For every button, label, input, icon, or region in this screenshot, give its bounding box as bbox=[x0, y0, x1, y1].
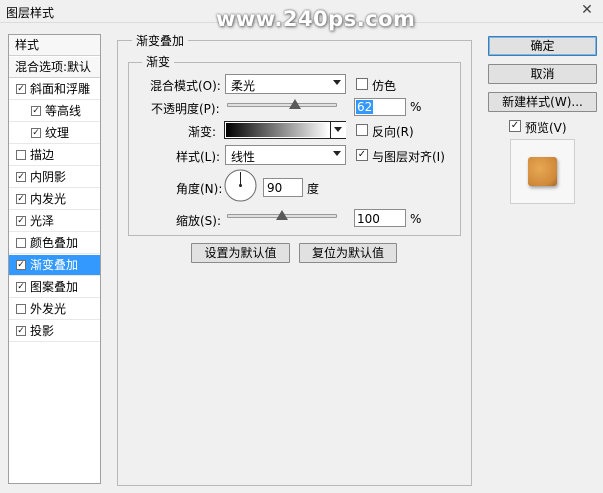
style-item[interactable]: ✓ 投影 bbox=[9, 321, 100, 342]
angle-unit: 度 bbox=[307, 182, 320, 196]
angle-input[interactable]: 90 bbox=[263, 178, 303, 197]
dither-label: 仿色 bbox=[372, 79, 397, 93]
style-value: 线性 bbox=[231, 150, 256, 164]
gradient-picker[interactable] bbox=[224, 121, 346, 139]
blend-options-item[interactable]: 混合选项:默认 bbox=[9, 57, 100, 78]
style-item-label: 外发光 bbox=[30, 302, 67, 316]
style-item[interactable]: 描边 bbox=[9, 145, 100, 166]
style-item-label: 斜面和浮雕 bbox=[30, 82, 91, 96]
scale-thumb-icon bbox=[276, 210, 288, 220]
preview-checkbox[interactable]: ✓ bbox=[509, 120, 521, 132]
style-item-label: 纹理 bbox=[45, 126, 70, 140]
style-item[interactable]: ✓ 斜面和浮雕 bbox=[9, 79, 100, 100]
angle-value: 90 bbox=[267, 181, 283, 195]
reset-default-button[interactable]: 复位为默认值 bbox=[299, 243, 397, 263]
opacity-thumb-icon bbox=[289, 99, 302, 109]
style-item-checkbox[interactable]: ✓ bbox=[16, 194, 26, 204]
set-default-button[interactable]: 设置为默认值 bbox=[191, 243, 290, 263]
new-style-button[interactable]: 新建样式(W)... bbox=[488, 92, 597, 112]
angle-label: 角度(N): bbox=[176, 182, 223, 196]
gradient-label: 渐变: bbox=[188, 125, 217, 139]
blend-mode-select[interactable]: 柔光 bbox=[225, 74, 346, 94]
blend-mode-label: 混合模式(O): bbox=[150, 79, 221, 93]
style-item-checkbox[interactable] bbox=[16, 150, 26, 160]
style-item-checkbox[interactable]: ✓ bbox=[31, 128, 41, 138]
watermark-text: www.240ps.com bbox=[216, 7, 416, 31]
style-item[interactable]: ✓ 内发光 bbox=[9, 189, 100, 210]
style-item[interactable]: ✓ 内阴影 bbox=[9, 167, 100, 188]
opacity-unit: % bbox=[410, 100, 422, 114]
style-list: 样式 混合选项:默认 ✓ 斜面和浮雕 ✓ 等高线 ✓ 纹理描边 ✓ 内阴影 ✓ 内发光 ✓ 光泽颜色叠… bbox=[8, 34, 101, 484]
angle-dial[interactable] bbox=[224, 169, 257, 202]
style-item[interactable]: ✓ 渐变叠加 bbox=[9, 255, 100, 276]
style-item-label: 内发光 bbox=[30, 192, 67, 206]
reverse-checkbox[interactable] bbox=[356, 124, 368, 136]
ok-button[interactable]: 确定 bbox=[488, 36, 597, 56]
dither-checkbox[interactable] bbox=[356, 78, 368, 90]
style-item-label: 描边 bbox=[30, 148, 55, 162]
chevron-down-icon bbox=[333, 80, 341, 85]
window-title: 图层样式 bbox=[6, 6, 55, 20]
style-item-label: 颜色叠加 bbox=[30, 236, 79, 250]
style-item-checkbox[interactable]: ✓ bbox=[31, 106, 41, 116]
opacity-slider-thumb[interactable] bbox=[289, 99, 302, 109]
style-item[interactable]: 外发光 bbox=[9, 299, 100, 320]
gradient-overlay-title: 渐变叠加 bbox=[132, 32, 189, 49]
blend-options-label: 混合选项:默认 bbox=[15, 60, 92, 74]
reverse-label: 反向(R) bbox=[372, 125, 414, 139]
close-icon[interactable]: ✕ bbox=[577, 2, 597, 19]
opacity-slider-track[interactable] bbox=[227, 103, 337, 107]
style-item-checkbox[interactable]: ✓ bbox=[16, 326, 26, 336]
cancel-button[interactable]: 取消 bbox=[488, 64, 597, 84]
style-item-label: 光泽 bbox=[30, 214, 55, 228]
gradient-subgroup-title: 渐变 bbox=[142, 53, 175, 70]
style-label: 样式(L): bbox=[176, 150, 221, 164]
preview-label: 预览(V) bbox=[525, 121, 567, 135]
chevron-down-icon bbox=[334, 127, 342, 132]
preview-thumbnail bbox=[510, 139, 575, 204]
style-item-label: 投影 bbox=[30, 324, 55, 338]
style-item-checkbox[interactable]: ✓ bbox=[16, 216, 26, 226]
style-item[interactable]: ✓ 等高线 bbox=[9, 101, 100, 122]
scale-slider-thumb[interactable] bbox=[276, 210, 288, 220]
scale-input[interactable]: 100 bbox=[354, 209, 406, 227]
align-with-layer-label: 与图层对齐(I) bbox=[372, 150, 445, 164]
style-select[interactable]: 线性 bbox=[225, 145, 346, 165]
style-item-label: 等高线 bbox=[45, 104, 82, 118]
scale-label: 缩放(S): bbox=[176, 214, 222, 228]
style-item[interactable]: ✓ 光泽 bbox=[9, 211, 100, 232]
gradient-dropdown-button[interactable] bbox=[330, 122, 346, 138]
style-item-label: 内阴影 bbox=[30, 170, 67, 184]
align-with-layer-checkbox[interactable]: ✓ bbox=[356, 149, 368, 161]
style-item-label: 渐变叠加 bbox=[30, 258, 79, 272]
style-list-header-label: 样式 bbox=[15, 38, 40, 52]
style-item[interactable]: ✓ 纹理 bbox=[9, 123, 100, 144]
style-item-checkbox[interactable] bbox=[16, 304, 26, 314]
style-list-header[interactable]: 样式 bbox=[9, 35, 100, 56]
opacity-label: 不透明度(P): bbox=[151, 102, 220, 116]
angle-dial-icon bbox=[224, 169, 257, 202]
blend-mode-value: 柔光 bbox=[231, 79, 256, 93]
chevron-down-icon bbox=[333, 151, 341, 156]
style-item[interactable]: 颜色叠加 bbox=[9, 233, 100, 254]
style-item-label: 图案叠加 bbox=[30, 280, 79, 294]
opacity-value: 62 bbox=[356, 100, 374, 114]
gradient-preview[interactable] bbox=[226, 123, 329, 137]
opacity-input[interactable]: 62 bbox=[354, 98, 406, 116]
style-item[interactable]: ✓ 图案叠加 bbox=[9, 277, 100, 298]
style-item-checkbox[interactable]: ✓ bbox=[16, 84, 26, 94]
scale-unit: % bbox=[410, 212, 422, 226]
style-item-checkbox[interactable]: ✓ bbox=[16, 260, 26, 270]
scale-value: 100 bbox=[357, 212, 380, 226]
style-item-checkbox[interactable]: ✓ bbox=[16, 172, 26, 182]
preview-swatch bbox=[528, 157, 557, 186]
style-item-checkbox[interactable] bbox=[16, 238, 26, 248]
style-item-checkbox[interactable]: ✓ bbox=[16, 282, 26, 292]
